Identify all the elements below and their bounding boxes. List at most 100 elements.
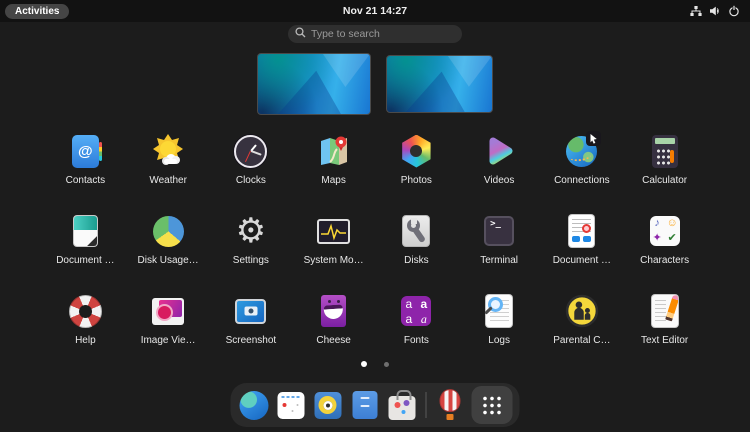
logs-icon: [486, 295, 513, 327]
maps-icon: [315, 130, 353, 172]
app-label: Logs: [488, 335, 510, 346]
disk-usage-analyzer-icon: [152, 215, 184, 247]
letter-glyph: a: [420, 311, 427, 326]
app-weather[interactable]: Weather: [127, 130, 210, 210]
app-label: Screenshot: [225, 335, 277, 346]
page-indicator: [0, 361, 750, 367]
fonts-icon: a a a a: [401, 296, 432, 326]
app-system-monitor[interactable]: System Mo…: [292, 210, 375, 290]
app-label: Parental C…: [553, 335, 611, 346]
search-bar[interactable]: [288, 25, 462, 43]
app-logs[interactable]: Logs: [458, 290, 541, 370]
dock-software[interactable]: [386, 386, 418, 424]
calendar-icon: [277, 391, 304, 419]
screenshot-icon: [235, 298, 267, 324]
cheese-icon: [321, 295, 347, 327]
characters-icon: ♪ ☺ ✦ ✔: [649, 216, 680, 246]
tour-balloon-icon: [439, 389, 463, 421]
app-fonts[interactable]: a a a a Fonts: [375, 290, 458, 370]
system-monitor-icon: [317, 218, 351, 244]
app-label: System Mo…: [303, 255, 364, 266]
letter-glyph: a: [420, 296, 428, 311]
videos-icon: [480, 130, 518, 172]
app-label: Weather: [149, 175, 187, 186]
dock-calendar[interactable]: [275, 386, 307, 424]
app-label: Maps: [321, 175, 346, 186]
system-status-menu[interactable]: [686, 0, 744, 22]
volume-icon: [709, 5, 721, 17]
top-bar: Activities Nov 21 14:27: [0, 0, 750, 22]
check-glyph: ✔: [667, 232, 677, 244]
dock-tour[interactable]: [435, 386, 467, 424]
app-settings[interactable]: ⚙ Settings: [210, 210, 293, 290]
app-cheese[interactable]: Cheese: [292, 290, 375, 370]
activities-button[interactable]: Activities: [5, 3, 70, 19]
dock-music-player[interactable]: [312, 386, 344, 424]
clock-button[interactable]: Nov 21 14:27: [343, 5, 407, 17]
app-label: Contacts: [65, 175, 106, 186]
app-label: Videos: [483, 175, 515, 186]
connections-icon: [563, 131, 601, 170]
app-label: Clocks: [235, 175, 266, 186]
workspace-thumbnail-1[interactable]: [257, 53, 371, 115]
app-help[interactable]: Help: [44, 290, 127, 370]
text-editor-icon: [651, 295, 678, 327]
app-label: Text Editor: [641, 335, 689, 346]
photos-icon: [402, 134, 431, 168]
app-contacts[interactable]: @ Contacts: [44, 130, 127, 210]
page-dot-1[interactable]: [361, 361, 367, 367]
search-input[interactable]: [311, 28, 455, 40]
app-text-editor[interactable]: Text Editor: [623, 290, 706, 370]
app-label: Image Vie…: [140, 335, 196, 346]
workspace-thumbnail-2[interactable]: [386, 55, 493, 113]
app-photos[interactable]: Photos: [375, 130, 458, 210]
cursor-icon: [585, 131, 601, 146]
network-icon: [690, 5, 702, 17]
page-dot-2[interactable]: [384, 361, 389, 367]
files-icon: [352, 391, 377, 419]
contacts-icon: @: [71, 134, 102, 168]
app-label: Characters: [640, 255, 690, 266]
app-label: Fonts: [403, 335, 429, 346]
app-document-scanner[interactable]: Document …: [44, 210, 127, 290]
dock-files[interactable]: [349, 386, 381, 424]
show-applications-button[interactable]: [471, 386, 513, 424]
app-characters[interactable]: ♪ ☺ ✦ ✔ Characters: [623, 210, 706, 290]
app-grid-icon: [481, 394, 503, 416]
help-icon: [68, 294, 102, 328]
app-screenshot[interactable]: Screenshot: [210, 290, 293, 370]
at-glyph: @: [78, 142, 93, 160]
app-label: Cheese: [316, 335, 351, 346]
app-maps[interactable]: Maps: [292, 130, 375, 210]
app-parental-controls[interactable]: Parental C…: [541, 290, 624, 370]
app-connections[interactable]: Connections: [541, 130, 624, 210]
app-label: Calculator: [642, 175, 688, 186]
app-clocks[interactable]: Clocks: [210, 130, 293, 210]
app-label: Disks: [404, 255, 429, 266]
smiley-glyph: ☺: [666, 217, 678, 229]
document-viewer-icon: [569, 215, 595, 247]
app-videos[interactable]: Videos: [458, 130, 541, 210]
app-label: Connections: [554, 175, 610, 186]
prompt-glyph: >_: [490, 219, 501, 229]
settings-icon: ⚙: [236, 212, 266, 250]
app-image-viewer[interactable]: Image Vie…: [127, 290, 210, 370]
app-label: Terminal: [480, 255, 519, 266]
app-label: Photos: [400, 175, 432, 186]
app-terminal[interactable]: >_ Terminal: [458, 210, 541, 290]
star-glyph: ✦: [652, 232, 662, 244]
app-calculator[interactable]: Calculator: [623, 130, 706, 210]
dock-separator: [425, 392, 427, 418]
document-scanner-icon: [72, 215, 98, 247]
app-grid: @ Contacts Weather Clocks Maps Photos Vi…: [44, 130, 706, 370]
app-document-viewer[interactable]: Document …: [541, 210, 624, 290]
terminal-icon: >_: [484, 216, 515, 246]
app-label: Help: [75, 335, 96, 346]
app-disks[interactable]: Disks: [375, 210, 458, 290]
clocks-icon: [234, 134, 268, 168]
app-label: Disk Usage…: [137, 255, 199, 266]
app-label: Document …: [552, 255, 612, 266]
app-disk-usage-analyzer[interactable]: Disk Usage…: [127, 210, 210, 290]
dock-web-browser[interactable]: [238, 386, 270, 424]
gear-glyph: ⚙: [235, 212, 267, 250]
